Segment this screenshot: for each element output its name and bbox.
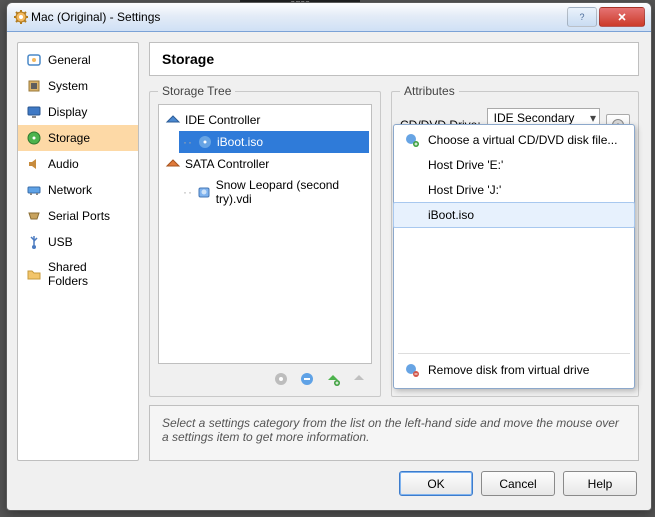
page-title: Storage [162,51,214,67]
remove-controller-button[interactable] [298,370,316,388]
tree-controller-ide[interactable]: IDE Controller [161,109,369,131]
add-controller-button[interactable] [272,370,290,388]
serial-icon [26,208,42,224]
tree-connector: ·· [183,135,193,149]
sidebar-item-system[interactable]: System [18,73,138,99]
tree-node-label: iBoot.iso [217,135,263,149]
help-button[interactable]: Help [563,471,637,496]
gear-icon [13,9,29,25]
sidebar-item-label: System [48,79,88,93]
sidebar-item-general[interactable]: General [18,47,138,73]
network-icon [26,182,42,198]
sidebar-item-label: Storage [48,131,90,145]
sidebar-item-label: Network [48,183,92,197]
menu-label: Host Drive 'J:' [428,183,501,197]
settings-window: Mac (Original) - Settings ? General Syst… [6,2,652,511]
cd-icon [197,134,213,150]
tree-connector: ·· [183,185,193,199]
add-attachment-button[interactable] [324,370,342,388]
add-disk-icon [404,132,420,148]
menu-label: Remove disk from virtual drive [428,363,589,377]
menu-host-drive-e[interactable]: Host Drive 'E:' [394,153,634,177]
menu-label: Choose a virtual CD/DVD disk file... [428,133,617,147]
tree-node-label: Snow Leopard (second try).vdi [216,178,365,206]
sata-icon [165,156,181,172]
tree-item-iboot[interactable]: ·· iBoot.iso [179,131,369,153]
speaker-icon [26,156,42,172]
window-close-button[interactable] [599,7,645,27]
sidebar-item-audio[interactable]: Audio [18,151,138,177]
disk-icon [26,130,42,146]
sidebar-item-label: Display [48,105,87,119]
disk-menu-popup: Choose a virtual CD/DVD disk file... Hos… [393,124,635,389]
cancel-button[interactable]: Cancel [481,471,555,496]
svg-text:?: ? [579,12,584,22]
ok-button[interactable]: OK [399,471,473,496]
menu-label: Host Drive 'E:' [428,158,503,172]
storage-tree[interactable]: IDE Controller ·· iBoot.iso SATA Control… [158,104,372,364]
menu-host-drive-j[interactable]: Host Drive 'J:' [394,178,634,202]
tree-toolbar [158,364,372,388]
ide-icon [165,112,181,128]
category-sidebar: General System Display Storage Audio Net… [17,42,139,461]
sidebar-item-storage[interactable]: Storage [18,125,138,151]
storage-tree-legend: Storage Tree [158,84,235,98]
hint-box: Select a settings category from the list… [149,405,639,461]
sidebar-item-label: Audio [48,157,79,171]
window-title: Mac (Original) - Settings [29,10,567,24]
hint-text: Select a settings category from the list… [162,416,619,444]
titlebar[interactable]: Mac (Original) - Settings ? [7,3,651,32]
tree-node-label: IDE Controller [185,113,260,127]
remove-disk-icon [404,362,420,378]
remove-attachment-button[interactable] [350,370,368,388]
sidebar-item-display[interactable]: Display [18,99,138,125]
tree-controller-sata[interactable]: SATA Controller [161,153,369,175]
dialog-footer: OK Cancel Help [7,471,651,510]
usb-icon [26,234,42,250]
tree-node-label: SATA Controller [185,157,269,171]
chip-icon [26,78,42,94]
sidebar-item-label: USB [48,235,73,249]
sidebar-item-serial-ports[interactable]: Serial Ports [18,203,138,229]
sidebar-item-shared-folders[interactable]: Shared Folders [18,255,138,293]
menu-remove-disk[interactable]: Remove disk from virtual drive [394,358,634,382]
sidebar-item-network[interactable]: Network [18,177,138,203]
folder-icon [26,266,42,282]
sidebar-item-label: Serial Ports [48,209,110,223]
wrench-icon [26,52,42,68]
sidebar-item-label: Shared Folders [48,260,130,288]
sidebar-item-usb[interactable]: USB [18,229,138,255]
menu-iboot-iso[interactable]: iBoot.iso [393,202,635,228]
menu-label: iBoot.iso [428,208,474,222]
attributes-legend: Attributes [400,84,459,98]
window-help-button[interactable]: ? [567,7,597,27]
tree-item-snow-leopard[interactable]: ·· Snow Leopard (second try).vdi [179,175,369,209]
page-header-box: Storage [149,42,639,76]
sidebar-item-label: General [48,53,91,67]
monitor-icon [26,104,42,120]
storage-tree-fieldset: Storage Tree IDE Controller ·· iBoot.iso [149,84,381,397]
menu-choose-virtual-disk[interactable]: Choose a virtual CD/DVD disk file... [394,128,634,152]
hdd-icon [197,184,212,200]
